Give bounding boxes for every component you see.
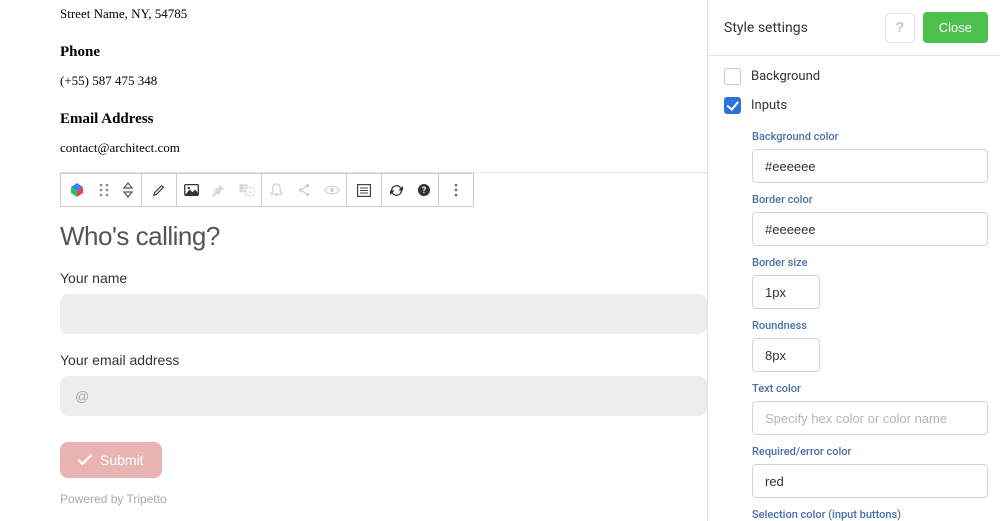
email-value: contact@architect.com xyxy=(60,140,707,156)
email-heading: Email Address xyxy=(60,111,707,128)
name-field-label: Your name xyxy=(60,270,707,286)
error-color-label: Required/error color xyxy=(752,445,988,458)
eye-icon[interactable] xyxy=(318,174,346,206)
submit-label: Submit xyxy=(100,452,144,468)
border-color-label: Border color xyxy=(752,193,988,206)
phone-heading: Phone xyxy=(60,44,707,61)
style-settings-panel: Style settings ? Close Background Inputs… xyxy=(707,0,1000,521)
inputs-subsection: Background color Border color Border siz… xyxy=(752,130,988,521)
drag-handle-icon[interactable] xyxy=(93,183,115,197)
svg-text:文: 文 xyxy=(242,184,248,192)
inputs-checkbox-row[interactable]: Inputs xyxy=(724,91,988,120)
background-checkbox[interactable] xyxy=(724,68,741,85)
roundness-input[interactable] xyxy=(752,338,820,372)
bg-color-label: Background color xyxy=(752,130,988,143)
page-content: Street Name, NY, 54785 Phone (+55) 587 4… xyxy=(60,6,707,156)
inputs-checkbox-label: Inputs xyxy=(751,98,787,113)
form-preview: Who's calling? Your name Your email addr… xyxy=(60,221,707,506)
email-input[interactable] xyxy=(60,376,707,416)
phone-value: (+55) 587 475 348 xyxy=(60,73,707,89)
panel-title: Style settings xyxy=(724,20,808,36)
svg-text:?: ? xyxy=(422,186,427,196)
panel-body: Background Inputs Background color Borde… xyxy=(708,56,1000,521)
selection-color-label: Selection color (input buttons) xyxy=(752,508,988,521)
selected-block-wrapper[interactable]: 文A xyxy=(60,172,707,506)
image-icon[interactable] xyxy=(177,174,205,206)
block-logo-icon[interactable] xyxy=(61,182,93,198)
email-field-label: Your email address xyxy=(60,352,707,368)
border-color-input[interactable] xyxy=(752,212,988,246)
more-icon[interactable] xyxy=(439,174,473,206)
name-input[interactable] xyxy=(60,294,707,334)
bell-icon[interactable] xyxy=(262,174,290,206)
share-icon[interactable] xyxy=(290,174,318,206)
help-button[interactable]: ? xyxy=(885,13,915,43)
bg-color-input[interactable] xyxy=(752,149,988,183)
submit-button[interactable]: Submit xyxy=(60,442,162,478)
refresh-icon[interactable] xyxy=(382,174,410,206)
pin-icon[interactable] xyxy=(205,174,233,206)
form-title: Who's calling? xyxy=(60,221,707,252)
panel-header: Style settings ? Close xyxy=(708,0,1000,56)
background-checkbox-row[interactable]: Background xyxy=(724,62,988,91)
border-size-label: Border size xyxy=(752,256,988,269)
edit-icon[interactable] xyxy=(142,174,176,206)
street-line: Street Name, NY, 54785 xyxy=(60,6,707,22)
help-icon[interactable]: ? xyxy=(410,174,438,206)
list-icon[interactable] xyxy=(347,174,381,206)
text-color-input[interactable] xyxy=(752,401,988,435)
roundness-label: Roundness xyxy=(752,319,988,332)
text-color-label: Text color xyxy=(752,382,988,395)
border-size-input[interactable] xyxy=(752,275,820,309)
block-toolbar: 文A xyxy=(60,173,474,207)
background-checkbox-label: Background xyxy=(751,69,820,84)
powered-by[interactable]: Powered by Tripetto xyxy=(60,492,707,506)
svg-text:A: A xyxy=(249,190,253,196)
error-color-input[interactable] xyxy=(752,464,988,498)
main-canvas: Street Name, NY, 54785 Phone (+55) 587 4… xyxy=(0,0,707,521)
check-icon xyxy=(78,454,92,466)
translate-icon[interactable]: 文A xyxy=(233,174,261,206)
inputs-checkbox[interactable] xyxy=(724,97,741,114)
move-up-down-icon[interactable] xyxy=(115,182,141,198)
close-button[interactable]: Close xyxy=(923,12,988,43)
